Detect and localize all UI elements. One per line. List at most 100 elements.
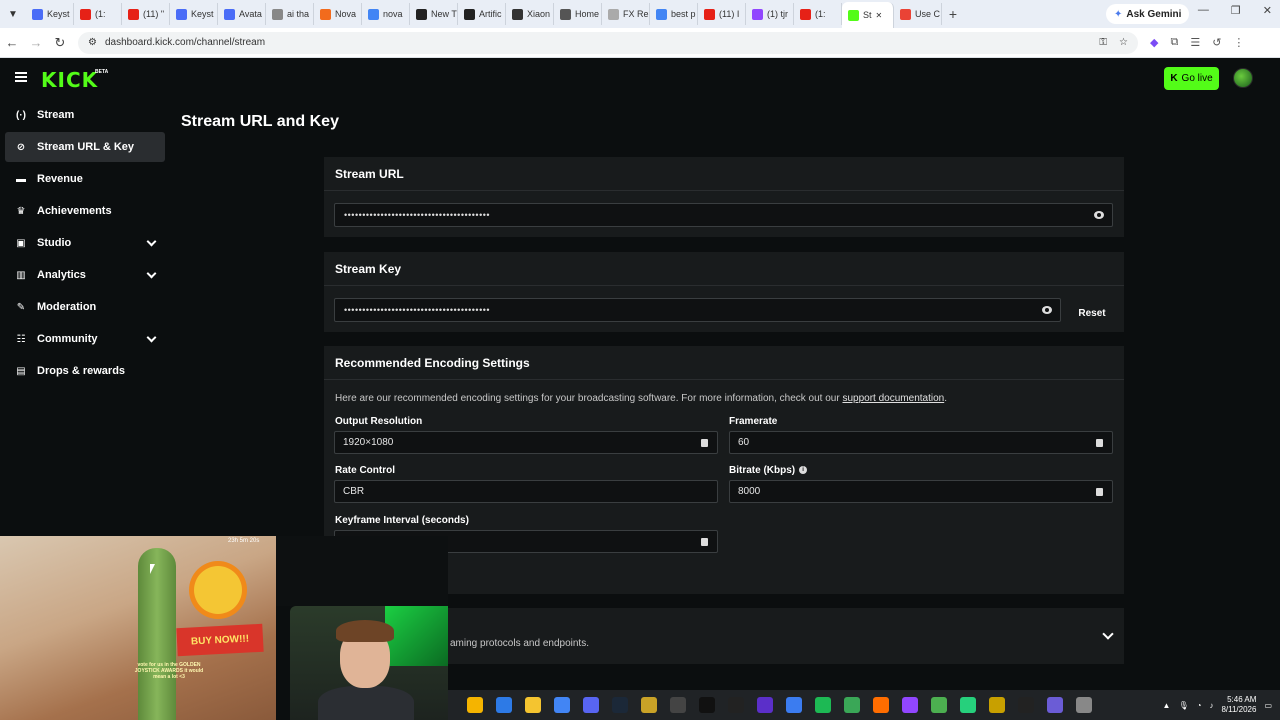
password-key-icon[interactable]: ⚿ bbox=[1099, 37, 1107, 48]
keyframe-interval-label: Keyframe Interval (seconds) bbox=[335, 515, 469, 526]
ask-gemini-button[interactable]: ✦ Ask Gemini bbox=[1106, 4, 1190, 24]
stream-url-field[interactable]: •••••••••••••••••••••••••••••••••••••••• bbox=[334, 203, 1113, 227]
kick-logo[interactable]: KICK bbox=[41, 68, 98, 92]
rate-control-field[interactable]: CBR bbox=[334, 480, 718, 503]
sidebar-item-drops-rewards[interactable]: ▤ Drops & rewards bbox=[5, 356, 165, 386]
back-icon[interactable]: ← bbox=[0, 35, 24, 50]
browser-tab[interactable]: (11) I bbox=[698, 3, 746, 25]
bookmark-star-icon[interactable]: ☆ bbox=[1119, 37, 1128, 48]
browser-tab[interactable]: (1: bbox=[74, 3, 122, 25]
sidebar-item-analytics[interactable]: ▥ Analytics bbox=[5, 260, 165, 290]
browser-tab[interactable]: Xiaon bbox=[506, 3, 554, 25]
browser-menu-icon[interactable]: ⋮ bbox=[1233, 36, 1244, 49]
reload-icon[interactable]: ↻ bbox=[48, 35, 72, 51]
taskbar-app-icon[interactable] bbox=[756, 697, 773, 713]
new-tab-button[interactable]: + bbox=[942, 6, 964, 22]
hamburger-menu-icon[interactable] bbox=[15, 72, 27, 82]
taskbar-app-icon[interactable] bbox=[611, 697, 628, 713]
sidebar-item-moderation[interactable]: ✎ Moderation bbox=[5, 292, 165, 322]
taskbar-app-icon[interactable] bbox=[582, 697, 599, 713]
sidebar-item-stream-url-key[interactable]: ⊘ Stream URL & Key bbox=[5, 132, 165, 162]
taskbar-app-icon[interactable] bbox=[988, 697, 1005, 713]
browser-tab[interactable]: Artific bbox=[458, 3, 506, 25]
browser-tab[interactable]: (11) " bbox=[122, 3, 170, 25]
taskbar-app-icon[interactable] bbox=[466, 697, 483, 713]
site-info-icon[interactable]: ⚙ bbox=[88, 37, 97, 48]
copy-icon[interactable] bbox=[701, 538, 708, 546]
taskbar-app-icon[interactable] bbox=[872, 697, 889, 713]
tab-search-chevron-icon[interactable]: ▼ bbox=[4, 5, 22, 23]
go-live-button[interactable]: K Go live bbox=[1164, 67, 1219, 90]
browser-tab[interactable]: (1) tjr bbox=[746, 3, 794, 25]
taskbar-app-icon[interactable] bbox=[930, 697, 947, 713]
sidebar-item-label: Moderation bbox=[37, 301, 97, 313]
forward-icon[interactable]: → bbox=[24, 35, 48, 50]
close-tab-icon[interactable]: ✕ bbox=[876, 11, 883, 20]
browser-tab[interactable]: New T bbox=[410, 3, 458, 25]
taskbar-app-icon[interactable] bbox=[669, 697, 686, 713]
browser-tab[interactable]: Home bbox=[554, 3, 602, 25]
browser-tab[interactable]: Use C bbox=[894, 3, 942, 25]
browser-tab[interactable]: Avata bbox=[218, 3, 266, 25]
copy-icon[interactable] bbox=[1096, 488, 1103, 496]
url-field[interactable]: ⚙ dashboard.kick.com/channel/stream ⚿ ☆ bbox=[78, 31, 1138, 54]
taskbar-app-icon[interactable] bbox=[901, 697, 918, 713]
extension-gem-icon[interactable]: ◆ bbox=[1150, 36, 1158, 49]
support-documentation-link[interactable]: support documentation bbox=[842, 393, 944, 404]
taskbar-app-icon[interactable] bbox=[698, 697, 715, 713]
network-icon[interactable]: ◔ bbox=[1197, 701, 1202, 710]
history-icon[interactable]: ↺ bbox=[1212, 36, 1221, 49]
copy-icon[interactable] bbox=[1096, 439, 1103, 447]
taskbar-app-icon[interactable] bbox=[524, 697, 541, 713]
tray-chevron-up-icon[interactable]: ▲ bbox=[1163, 701, 1171, 710]
taskbar-app-icon[interactable] bbox=[640, 697, 657, 713]
browser-tab[interactable]: best p bbox=[650, 3, 698, 25]
sidebar-item-achievements[interactable]: ♛ Achievements bbox=[5, 196, 165, 226]
browser-tab[interactable]: ai tha bbox=[266, 3, 314, 25]
minimize-icon[interactable]: — bbox=[1198, 4, 1209, 17]
browser-tab[interactable]: Keyst bbox=[170, 3, 218, 25]
microphone-icon[interactable]: 🎙 bbox=[1178, 701, 1188, 710]
browser-tab[interactable]: Keyst bbox=[26, 3, 74, 25]
reading-list-icon[interactable]: ☰ bbox=[1190, 36, 1200, 49]
tab-label: Home bbox=[575, 9, 600, 19]
notifications-icon[interactable]: ▭ bbox=[1264, 701, 1272, 710]
taskbar-app-icon[interactable] bbox=[727, 697, 744, 713]
restore-icon[interactable]: ❐ bbox=[1231, 4, 1241, 17]
volume-icon[interactable]: ♪ bbox=[1209, 701, 1213, 710]
sidebar-item-stream[interactable]: (·) Stream bbox=[5, 100, 165, 130]
taskbar-app-icon[interactable] bbox=[1075, 697, 1092, 713]
bitrate-field[interactable]: 8000 bbox=[729, 480, 1113, 503]
info-icon[interactable]: i bbox=[799, 466, 808, 475]
taskbar-app-icon[interactable] bbox=[1017, 697, 1034, 713]
browser-tab[interactable]: FX Re bbox=[602, 3, 650, 25]
taskbar-app-icon[interactable] bbox=[785, 697, 802, 713]
browser-tab[interactable]: Nova bbox=[314, 3, 362, 25]
sidebar-item-community[interactable]: ☷ Community bbox=[5, 324, 165, 354]
tray-clock[interactable]: 5:46 AM 8/11/2026 bbox=[1221, 695, 1256, 715]
output-resolution-field[interactable]: 1920×1080 bbox=[334, 431, 718, 454]
avatar[interactable] bbox=[1233, 68, 1253, 88]
reset-key-button[interactable]: Reset bbox=[1072, 301, 1112, 325]
reveal-eye-icon[interactable] bbox=[1042, 306, 1052, 314]
taskbar-app-icon[interactable] bbox=[553, 697, 570, 713]
taskbar-app-icon[interactable] bbox=[959, 697, 976, 713]
copy-icon[interactable] bbox=[701, 439, 708, 447]
reveal-eye-icon[interactable] bbox=[1094, 211, 1104, 219]
browser-tab[interactable]: St ✕ bbox=[842, 2, 894, 28]
browser-tab[interactable]: nova bbox=[362, 3, 410, 25]
chevron-down-icon[interactable] bbox=[146, 268, 157, 279]
browser-tab[interactable]: (1: bbox=[794, 3, 842, 25]
sidebar-item-studio[interactable]: ▣ Studio bbox=[5, 228, 165, 258]
taskbar-app-icon[interactable] bbox=[814, 697, 831, 713]
sidebar-item-revenue[interactable]: ▬ Revenue bbox=[5, 164, 165, 194]
chevron-down-icon[interactable] bbox=[146, 236, 157, 247]
taskbar-app-icon[interactable] bbox=[495, 697, 512, 713]
framerate-field[interactable]: 60 bbox=[729, 431, 1113, 454]
taskbar-app-icon[interactable] bbox=[843, 697, 860, 713]
chevron-down-icon[interactable] bbox=[146, 332, 157, 343]
extensions-puzzle-icon[interactable]: ⧉ bbox=[1170, 36, 1178, 49]
close-icon[interactable]: ✕ bbox=[1263, 4, 1272, 17]
stream-key-field[interactable]: •••••••••••••••••••••••••••••••••••••••• bbox=[334, 298, 1061, 322]
taskbar-app-icon[interactable] bbox=[1046, 697, 1063, 713]
